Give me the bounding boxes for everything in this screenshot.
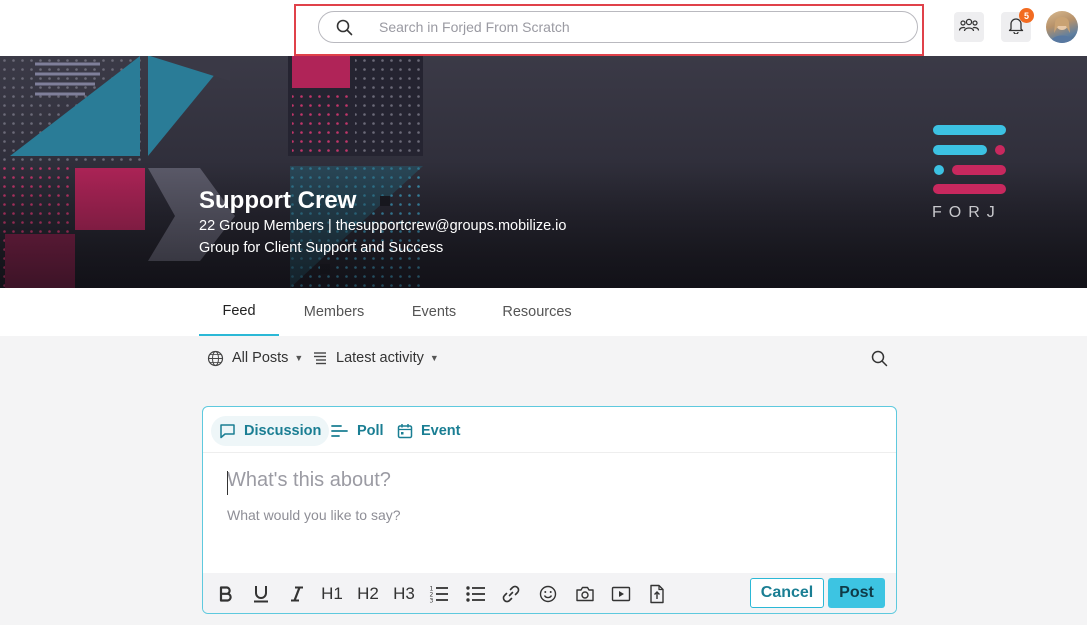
tab-events[interactable]: Events <box>400 288 468 336</box>
cancel-button[interactable]: Cancel <box>750 578 824 608</box>
bold-button[interactable] <box>215 581 237 607</box>
post-composer: Discussion Poll Event What's this about?… <box>202 406 897 614</box>
sort-list-icon <box>313 351 327 366</box>
camera-icon <box>575 586 595 602</box>
forj-logo-text: FORJ <box>932 204 1002 221</box>
top-bar: 5 <box>0 0 1087 56</box>
sort-dropdown[interactable]: Latest activity ▼ <box>313 347 439 369</box>
search-input[interactable] <box>379 19 879 35</box>
underline-button[interactable] <box>250 581 272 607</box>
post-type-discussion[interactable]: Discussion <box>211 416 330 446</box>
group-meta: 22 Group Members | thesupportcrew@groups… <box>199 218 567 234</box>
formatting-toolbar: H1 H2 H3 123 Cancel Post <box>203 573 896 613</box>
post-type-event-label: Event <box>421 423 461 439</box>
bullet-list-icon <box>466 586 486 602</box>
text-caret <box>227 471 228 495</box>
post-type-event[interactable]: Event <box>389 416 469 446</box>
heading-2-button[interactable]: H2 <box>355 581 381 607</box>
file-upload-button[interactable] <box>646 581 668 607</box>
emoji-button[interactable] <box>537 581 559 607</box>
people-group-icon <box>958 17 980 38</box>
posts-filter-dropdown[interactable]: All Posts ▼ <box>207 347 303 369</box>
tab-feed[interactable]: Feed <box>199 288 279 336</box>
sort-label: Latest activity <box>336 350 424 366</box>
calendar-icon <box>397 423 421 439</box>
heading-3-button[interactable]: H3 <box>391 581 417 607</box>
post-button[interactable]: Post <box>828 578 885 608</box>
group-description: Group for Client Support and Success <box>199 240 444 256</box>
bold-icon <box>219 586 233 602</box>
user-avatar[interactable] <box>1046 11 1078 43</box>
numbered-list-icon: 123 <box>429 585 449 603</box>
search-icon <box>335 18 353 36</box>
italic-icon <box>290 586 304 602</box>
feed-search-button[interactable] <box>864 343 894 373</box>
post-title-input[interactable] <box>227 469 867 492</box>
group-tabs: Feed Members Events Resources <box>0 288 1087 336</box>
italic-button[interactable] <box>287 581 307 607</box>
post-body-input[interactable] <box>227 507 867 523</box>
video-button[interactable] <box>609 581 633 607</box>
post-type-tabs: Discussion Poll Event <box>203 407 896 453</box>
link-icon <box>502 585 520 603</box>
smiley-icon <box>539 585 557 603</box>
chat-bubble-icon <box>219 423 244 439</box>
tab-members[interactable]: Members <box>293 288 375 336</box>
groups-button[interactable] <box>954 12 984 42</box>
file-upload-icon <box>649 584 665 604</box>
poll-bars-icon <box>331 424 357 438</box>
globe-icon <box>207 350 224 367</box>
notification-badge: 5 <box>1019 8 1034 23</box>
heading-1-button[interactable]: H1 <box>319 581 345 607</box>
underline-icon <box>253 585 269 603</box>
post-type-poll[interactable]: Poll <box>323 416 392 446</box>
image-upload-button[interactable] <box>573 581 597 607</box>
post-type-discussion-label: Discussion <box>244 423 322 439</box>
global-search[interactable] <box>318 11 918 43</box>
bullet-list-button[interactable] <box>464 581 488 607</box>
svg-text:3: 3 <box>430 598 434 604</box>
post-type-poll-label: Poll <box>357 423 384 439</box>
chevron-down-icon: ▼ <box>429 353 439 363</box>
posts-filter-label: All Posts <box>232 350 289 366</box>
forj-logo <box>933 125 1006 194</box>
video-play-icon <box>611 586 631 602</box>
search-icon <box>871 350 888 367</box>
numbered-list-button[interactable]: 123 <box>427 581 451 607</box>
link-button[interactable] <box>500 581 522 607</box>
tab-resources[interactable]: Resources <box>493 288 581 336</box>
group-title: Support Crew <box>199 187 357 214</box>
group-banner: FORJ Support Crew 22 Group Members | the… <box>0 56 1087 288</box>
chevron-down-icon: ▼ <box>294 353 304 363</box>
banner-shade <box>0 56 1087 288</box>
